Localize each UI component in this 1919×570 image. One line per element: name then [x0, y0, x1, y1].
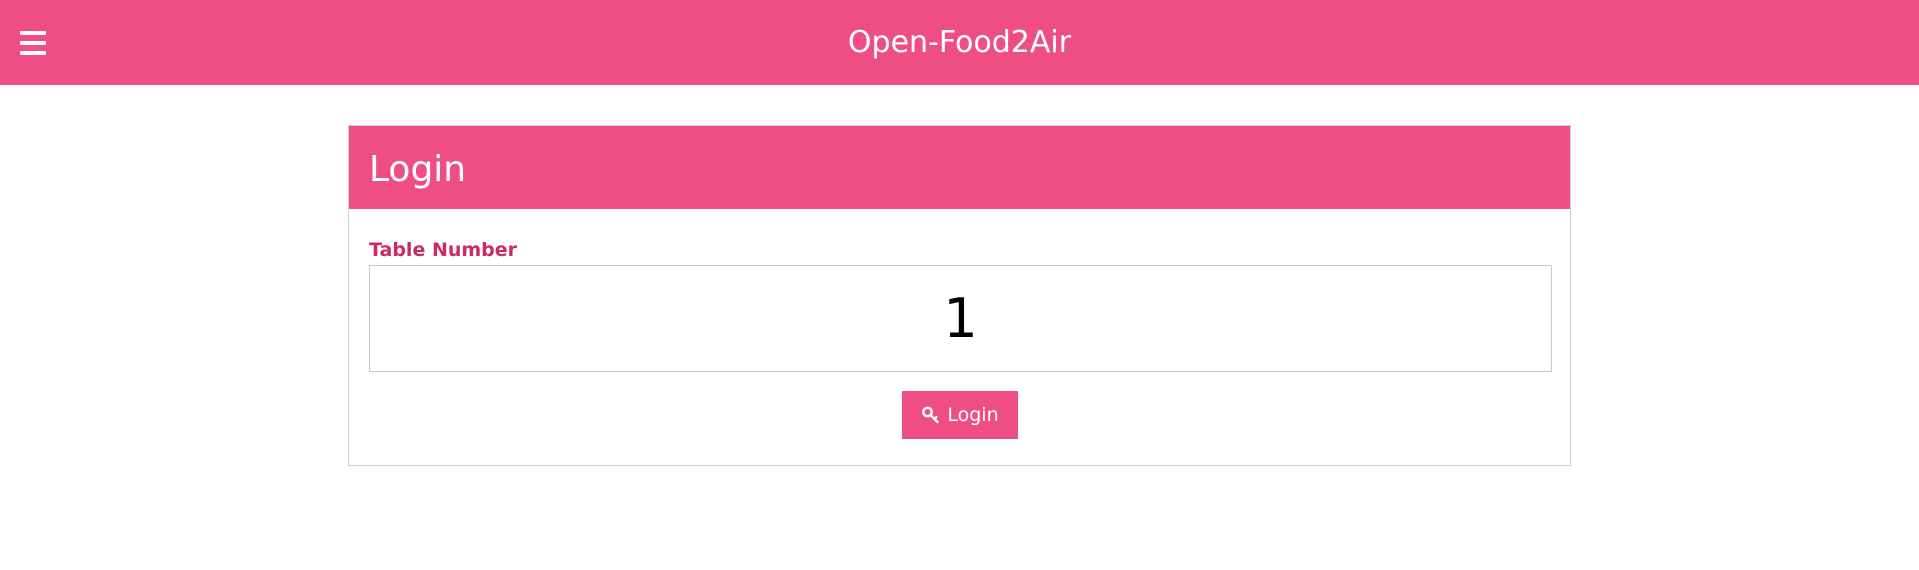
login-card-header: Login: [349, 126, 1570, 209]
login-button[interactable]: Login: [902, 391, 1018, 439]
key-icon: [922, 406, 940, 424]
app-title: Open-Food2Air: [847, 25, 1072, 60]
table-number-label: Table Number: [369, 239, 518, 261]
login-card: Login Table Number Login: [348, 125, 1571, 466]
top-app-bar: Open-Food2Air: [0, 0, 1919, 85]
table-number-input[interactable]: [369, 265, 1552, 372]
login-card-title: Login: [369, 149, 467, 190]
login-button-label: Login: [947, 404, 999, 426]
